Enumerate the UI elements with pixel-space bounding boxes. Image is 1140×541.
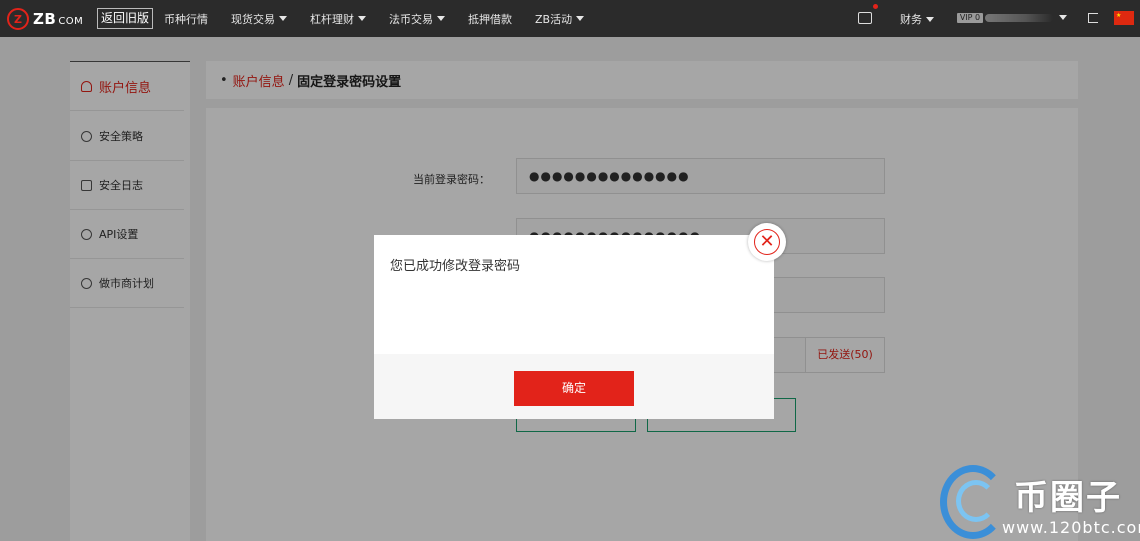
success-dialog: 您已成功修改登录密码 确定 (374, 235, 774, 419)
watermark: 币圈子 www.120btc.com (940, 462, 1140, 541)
nav-spot-trading[interactable]: 现货交易 (231, 11, 287, 27)
return-old-version-button[interactable]: 返回旧版 (97, 8, 154, 29)
caret-down-icon (279, 16, 287, 21)
vip-badge: VIP 0 (957, 13, 983, 23)
dialog-close-button[interactable]: ✕ (748, 223, 786, 261)
nav-collateral-loan[interactable]: 抵押借款 (468, 11, 512, 27)
watermark-title: 币圈子 (1014, 478, 1122, 518)
dialog-footer: 确定 (374, 354, 774, 419)
nav-market[interactable]: 币种行情 (164, 11, 208, 27)
notification-dot (873, 4, 878, 9)
watermark-logo-inner-icon (956, 480, 996, 522)
logo-text: ZB (33, 10, 57, 28)
top-navigation-bar: Z ZB COM 返回旧版 币种行情 现货交易 杠杆理财 法币交易 抵押借款 ZB… (0, 0, 1140, 37)
close-icon: ✕ (754, 229, 780, 255)
logout-icon[interactable] (1088, 13, 1098, 23)
caret-down-icon (437, 16, 445, 21)
dialog-message: 您已成功修改登录密码 (390, 259, 521, 274)
nav-fiat-trading[interactable]: 法币交易 (389, 11, 445, 27)
caret-down-icon[interactable] (1059, 15, 1067, 20)
china-flag-icon[interactable]: ★ (1114, 11, 1134, 25)
nav-zb-activity[interactable]: ZB活动 (535, 11, 585, 27)
main-nav: 币种行情 现货交易 杠杆理财 法币交易 抵押借款 ZB活动 (164, 0, 607, 37)
zb-logo-icon: Z (7, 8, 29, 30)
zb-logo[interactable]: Z ZB COM (7, 7, 83, 31)
caret-down-icon (358, 16, 366, 21)
finance-menu[interactable]: 财务 (900, 11, 934, 27)
message-icon[interactable] (858, 12, 872, 24)
watermark-url: www.120btc.com (1002, 518, 1140, 537)
caret-down-icon (576, 16, 585, 21)
logo-suffix: COM (58, 16, 84, 27)
caret-down-icon (926, 16, 934, 22)
confirm-button[interactable]: 确定 (514, 371, 634, 406)
nav-leverage[interactable]: 杠杆理财 (310, 11, 366, 27)
username-redacted[interactable] (985, 14, 1053, 22)
